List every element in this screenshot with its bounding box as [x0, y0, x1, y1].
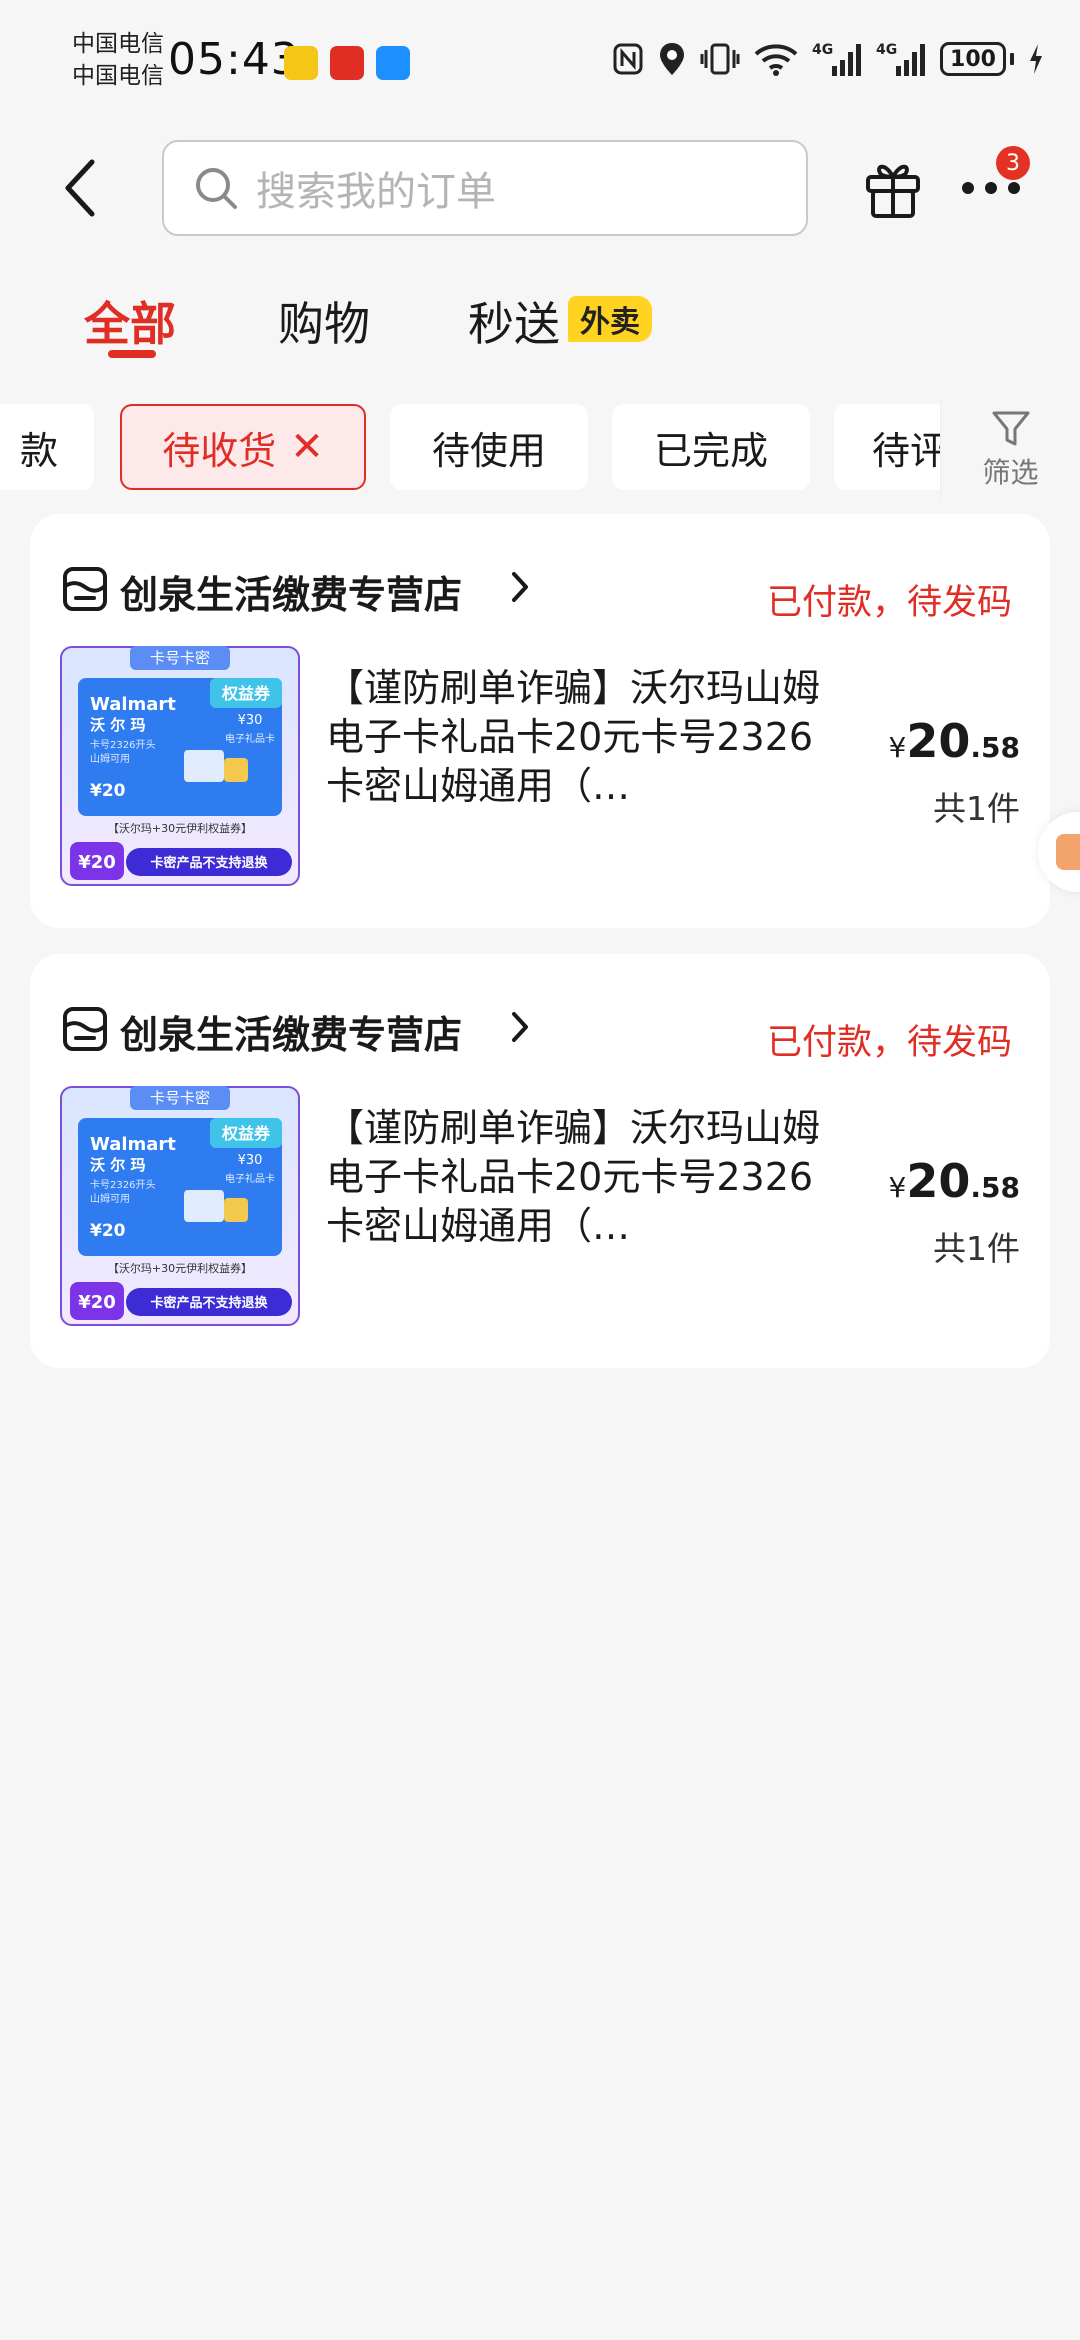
- chip-to-use[interactable]: 待使用: [390, 404, 588, 490]
- gift-button[interactable]: [858, 150, 928, 226]
- thumb-promo: 【沃尔玛+30元伊利权益券】: [108, 821, 252, 835]
- thumb-card-note-2: 山姆可用: [90, 1192, 130, 1205]
- store-icon: [63, 1007, 107, 1051]
- battery-cap: [1010, 53, 1014, 65]
- chevron-right-icon: [512, 572, 528, 602]
- system-icons: 4G 4G 100: [612, 40, 1044, 78]
- thumb-price-tag: ¥20: [78, 852, 116, 873]
- filter-button[interactable]: 筛选: [940, 400, 1080, 500]
- search-placeholder: 搜索我的订单: [256, 169, 496, 215]
- thumb-gift-label: 电子礼品卡: [225, 732, 275, 745]
- thumb-price-tag: ¥20: [78, 1292, 116, 1313]
- clock: 05:43: [168, 34, 300, 85]
- order-card[interactable]: 创泉生活缴费专营店 已付款，待发码 卡号卡密 Walmart 沃 尔 玛 卡号2…: [30, 954, 1050, 1368]
- signal-icon-2: 4G: [876, 42, 925, 76]
- product-thumbnail[interactable]: 卡号卡密 Walmart 沃 尔 玛 卡号2326开头 山姆可用 ¥20 权益券…: [60, 646, 300, 886]
- product-quantity: 共1件: [933, 789, 1020, 828]
- search-icon: [196, 168, 237, 209]
- status-bar: 中国电信 中国电信 05:43 4G 4G 100: [0, 0, 1080, 120]
- notification-badge: 3: [996, 146, 1030, 180]
- price-integer: 20: [906, 714, 971, 768]
- carrier-1: 中国电信: [72, 31, 164, 57]
- back-button[interactable]: [50, 148, 110, 228]
- thumb-card-note-2: 山姆可用: [90, 752, 130, 765]
- location-icon: [660, 43, 684, 75]
- thumb-promo: 【沃尔玛+30元伊利权益券】: [108, 1261, 252, 1275]
- message-notification-icon: [376, 46, 410, 80]
- thumb-rights-label: 权益券: [221, 684, 271, 703]
- search-input[interactable]: 搜索我的订单: [162, 140, 808, 236]
- thumb-warn: 卡密产品不支持退换: [150, 855, 268, 871]
- order-card[interactable]: 创泉生活缴费专营店 已付款，待发码 卡号卡密 Walmart 沃 尔 玛 卡号2…: [30, 514, 1050, 928]
- charging-icon: [1030, 44, 1042, 74]
- product-title[interactable]: 【谨防刷单诈骗】沃尔玛山姆电子卡礼品卡20元卡号2326卡密山姆通用（…: [326, 664, 826, 811]
- price-symbol: ¥: [888, 1171, 907, 1204]
- tab-all[interactable]: 全部: [84, 288, 176, 354]
- price-decimal: .58: [970, 731, 1020, 764]
- product-price: ¥20.58: [889, 714, 1020, 768]
- chip-label: 款: [19, 428, 58, 473]
- gift-icon: [866, 164, 920, 218]
- tab-instant-delivery[interactable]: 秒送: [468, 288, 560, 354]
- chip-label: 待使用: [431, 428, 546, 473]
- thumb-top-label: 卡号卡密: [150, 649, 210, 667]
- battery-level: 100: [940, 42, 1006, 76]
- thumb-brand-cn: 沃 尔 玛: [90, 716, 145, 734]
- wifi-icon: [754, 44, 798, 76]
- thumb-rights-label: 权益券: [221, 1124, 271, 1143]
- price-decimal: .58: [970, 1171, 1020, 1204]
- more-dots-icon: [962, 182, 1020, 194]
- store-icon: [63, 567, 107, 611]
- order-status: 已付款，待发码: [766, 1023, 1012, 1063]
- chevron-left-icon: [65, 159, 95, 217]
- chip-pending-receipt[interactable]: 待收货 ✕: [120, 404, 366, 490]
- nfc-icon: [613, 43, 643, 75]
- funnel-icon: [992, 411, 1029, 446]
- app-notification-icon: [284, 46, 318, 80]
- chip-label: 待评: [872, 428, 940, 473]
- product-price: ¥20.58: [889, 1154, 1020, 1208]
- thumb-brand: Walmart: [90, 1134, 176, 1155]
- chevron-right-icon: [512, 1012, 528, 1042]
- order-status: 已付款，待发码: [766, 583, 1012, 623]
- chip-pending-review[interactable]: 待评: [834, 404, 940, 490]
- filter-chip-row[interactable]: 款 待收货 ✕ 待使用 已完成 待评: [0, 404, 940, 490]
- thumb-warn: 卡密产品不支持退换: [150, 1295, 268, 1311]
- thumb-top-label: 卡号卡密: [150, 1089, 210, 1107]
- notification-app-icons: [284, 46, 410, 80]
- thumb-brand-cn: 沃 尔 玛: [90, 1156, 145, 1174]
- network-type-1: 4G: [812, 42, 833, 58]
- vibrate-icon: [700, 43, 740, 75]
- price-symbol: ¥: [888, 731, 907, 764]
- chip-label: 已完成: [653, 428, 768, 473]
- store-name[interactable]: 创泉生活缴费专营店: [120, 564, 462, 619]
- carrier-2: 中国电信: [72, 63, 164, 89]
- chip-pending-payment[interactable]: 款: [0, 404, 94, 490]
- thumb-rights-value: ¥30: [238, 713, 263, 728]
- product-title[interactable]: 【谨防刷单诈骗】沃尔玛山姆电子卡礼品卡20元卡号2326卡密山姆通用（…: [326, 1104, 826, 1251]
- signal-icon-1: 4G: [812, 42, 861, 76]
- thumb-card-value: ¥20: [90, 781, 126, 801]
- thumb-gift-label: 电子礼品卡: [225, 1172, 275, 1185]
- thumb-rights-value: ¥30: [238, 1153, 263, 1168]
- price-integer: 20: [906, 1154, 971, 1208]
- thumb-brand: Walmart: [90, 694, 176, 715]
- store-name[interactable]: 创泉生活缴费专营店: [120, 1004, 462, 1059]
- carrier-info: 中国电信 中国电信: [72, 28, 164, 92]
- chip-label: 待收货: [162, 428, 277, 473]
- network-type-2: 4G: [876, 42, 897, 58]
- thumb-card-note: 卡号2326开头: [90, 738, 155, 751]
- product-quantity: 共1件: [933, 1229, 1020, 1268]
- product-thumbnail[interactable]: 卡号卡密 Walmart 沃 尔 玛 卡号2326开头 山姆可用 ¥20 权益券…: [60, 1086, 300, 1326]
- tab-shopping[interactable]: 购物: [278, 288, 370, 354]
- takeout-badge: 外卖: [568, 296, 652, 342]
- filter-label: 筛选: [982, 456, 1039, 489]
- app-notification-icon: [330, 46, 364, 80]
- active-tab-indicator: [108, 350, 156, 358]
- chip-completed[interactable]: 已完成: [612, 404, 810, 490]
- battery-indicator: 100: [940, 42, 1014, 76]
- thumb-card-note: 卡号2326开头: [90, 1178, 155, 1191]
- close-icon[interactable]: ✕: [290, 424, 324, 470]
- thumb-card-value: ¥20: [90, 1221, 126, 1241]
